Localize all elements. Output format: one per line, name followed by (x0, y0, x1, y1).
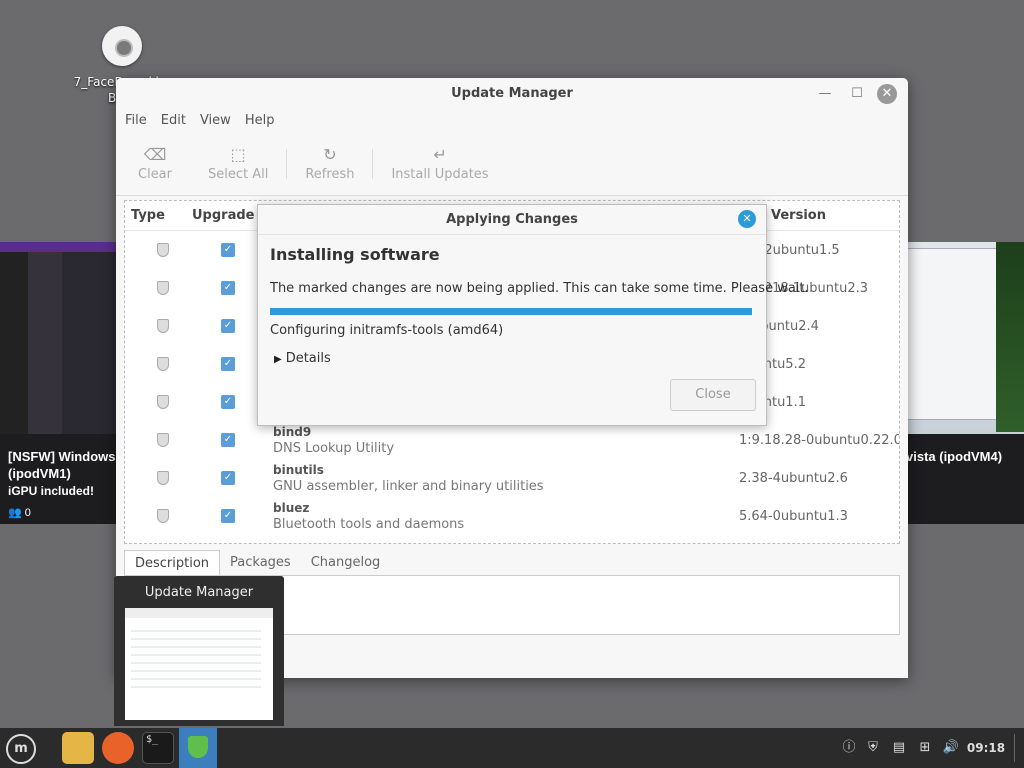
refresh-icon: ↻ (323, 145, 337, 164)
upgrade-checkbox[interactable]: ✓ (221, 509, 235, 523)
shield-icon (188, 736, 208, 758)
details-tabs: Description Packages Changelog (124, 550, 390, 576)
preview-thumbnail (125, 608, 273, 720)
package-description: Bluetooth tools and daemons (273, 517, 465, 532)
stream-title: [NSFW] Windows (ipodVM1) (8, 449, 116, 481)
applying-changes-dialog: Applying Changes ✕ Installing software T… (257, 204, 809, 426)
disc-icon (102, 26, 142, 66)
upgrade-checkbox[interactable]: ✓ (221, 319, 235, 333)
taskbar: m $_ ⓘ ⛨ ▤ ⊞ 🔊 09:18 (0, 728, 1024, 768)
viewer-count: 👥 0 (8, 507, 31, 519)
network-icon[interactable]: ⊞ (914, 728, 936, 768)
package-version: 5.64-0ubuntu1.3 (739, 509, 848, 524)
shield-icon (157, 395, 169, 409)
volume-icon[interactable]: 🔊 (940, 728, 962, 768)
preview-title: Update Manager (144, 585, 254, 600)
close-button[interactable]: Close (670, 379, 756, 411)
window-title: Update Manager (451, 86, 573, 101)
column-upgrade[interactable]: Upgrade (192, 208, 254, 223)
shield-tray-icon[interactable]: ⛨ (862, 728, 884, 768)
mint-menu-icon[interactable]: m (6, 734, 36, 764)
stream-subtitle: iGPU included! (8, 484, 95, 498)
table-row[interactable]: ✓ bluez Bluetooth tools and daemons 5.64-0u… (125, 497, 899, 535)
shield-icon (157, 319, 169, 333)
terminal-icon[interactable]: $_ (142, 732, 174, 764)
clear-button[interactable]: ⌫ Clear (120, 145, 190, 182)
firefox-icon[interactable] (102, 732, 134, 764)
stream-tile-right[interactable]: vista (ipodVM4) (906, 242, 1024, 524)
dialog-heading: Installing software (270, 245, 440, 264)
package-name: binutils (273, 463, 324, 477)
table-row[interactable]: ✓ binutils GNU assembler, linker and binar… (125, 459, 899, 497)
clock[interactable]: 09:18 (964, 728, 1008, 768)
shield-icon (157, 509, 169, 523)
upgrade-checkbox[interactable]: ✓ (221, 357, 235, 371)
shield-icon (157, 471, 169, 485)
upgrade-checkbox[interactable]: ✓ (221, 395, 235, 409)
install-updates-button[interactable]: ↵ Install Updates (373, 145, 506, 182)
select-all-icon: ⬚ (230, 145, 246, 164)
toolbar: ⌫ Clear ⬚ Select All ↻ Refresh ↵ Install… (116, 132, 908, 196)
shield-icon (157, 357, 169, 371)
column-version[interactable]: Version (771, 208, 826, 223)
upgrade-checkbox[interactable]: ✓ (221, 281, 235, 295)
window-titlebar[interactable]: Update Manager — ☐ ✕ (116, 78, 908, 110)
stream-thumbnail (0, 242, 118, 434)
shield-icon (157, 281, 169, 295)
column-type[interactable]: Type (131, 208, 165, 223)
shield-icon (157, 243, 169, 257)
table-row[interactable]: ✓ bind9 DNS Lookup Utility 1:9.18.28-0ubunt… (125, 421, 899, 459)
window-preview[interactable]: Update Manager (114, 576, 284, 726)
close-icon[interactable]: ✕ (738, 210, 756, 228)
tab-changelog[interactable]: Changelog (301, 550, 391, 576)
show-desktop-button[interactable] (1014, 734, 1020, 762)
shield-icon (157, 433, 169, 447)
dialog-titlebar[interactable]: Applying Changes ✕ (258, 205, 766, 235)
menu-help[interactable]: Help (245, 110, 284, 132)
upgrade-checkbox[interactable]: ✓ (221, 243, 235, 257)
refresh-button[interactable]: ↻ Refresh (287, 145, 372, 182)
upgrade-checkbox[interactable]: ✓ (221, 471, 235, 485)
menu-view[interactable]: View (200, 110, 240, 132)
notification-icon[interactable]: ⓘ (838, 728, 860, 768)
stream-thumbnail (906, 242, 1024, 434)
stream-title: vista (ipodVM4) (906, 449, 1003, 464)
dialog-title: Applying Changes (446, 212, 578, 227)
menubar: File Edit View Help (116, 110, 908, 132)
clipboard-icon[interactable]: ▤ (888, 728, 910, 768)
tab-packages[interactable]: Packages (220, 550, 301, 576)
package-name: bluez (273, 501, 310, 515)
backspace-icon: ⌫ (143, 145, 167, 164)
maximize-icon[interactable]: ☐ (848, 85, 866, 103)
dialog-message: The marked changes are now being applied… (270, 281, 809, 296)
select-all-button[interactable]: ⬚ Select All (190, 145, 286, 182)
progress-fill (270, 308, 752, 315)
menu-file[interactable]: File (125, 110, 156, 132)
package-version: 2.38-4ubuntu2.6 (739, 471, 848, 486)
menu-edit[interactable]: Edit (161, 110, 195, 132)
stream-tile-left[interactable]: [NSFW] Windows (ipodVM1) iGPU included! … (0, 242, 118, 524)
package-name: bind9 (273, 425, 312, 439)
files-icon[interactable] (62, 732, 94, 764)
package-version: 1:9.18.28-0ubuntu0.22.04. (739, 433, 900, 448)
package-description: DNS Lookup Utility (273, 441, 395, 456)
update-manager-taskbar-icon[interactable] (179, 728, 217, 768)
minimize-icon[interactable]: — (816, 85, 834, 103)
users-icon: 👥 (8, 507, 22, 519)
close-icon[interactable]: ✕ (877, 84, 897, 104)
enter-icon: ↵ (433, 145, 447, 164)
expander-arrow-icon: ▶ (274, 354, 282, 365)
tab-description[interactable]: Description (124, 550, 221, 576)
progress-bar (270, 308, 752, 315)
package-description: GNU assembler, linker and binary utiliti… (273, 479, 544, 494)
progress-status: Configuring initramfs-tools (amd64) (270, 323, 504, 338)
details-expander[interactable]: ▶ Details (274, 351, 331, 366)
upgrade-checkbox[interactable]: ✓ (221, 433, 235, 447)
